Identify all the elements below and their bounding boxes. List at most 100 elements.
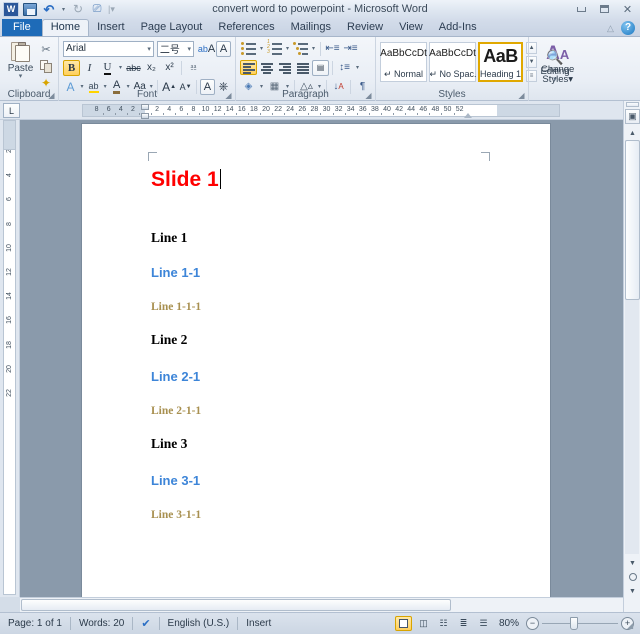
- strikethrough-button[interactable]: abc: [125, 60, 142, 76]
- horizontal-scrollbar[interactable]: [20, 597, 623, 612]
- restore-button[interactable]: [596, 2, 613, 16]
- doc-line-1-1[interactable]: Line 1-1: [151, 265, 490, 280]
- paste-dropdown-icon[interactable]: ▾: [19, 74, 23, 80]
- window-resize-grip[interactable]: ◢: [627, 621, 639, 633]
- tab-stop-selector[interactable]: L: [3, 103, 20, 118]
- font-dialog-launcher[interactable]: ◢: [224, 91, 233, 100]
- minimize-ribbon-icon[interactable]: △: [605, 23, 616, 34]
- font-size-dropdown-icon[interactable]: ▾: [185, 45, 192, 53]
- doc-line-2-1[interactable]: Line 2-1: [151, 369, 490, 384]
- styles-dialog-launcher[interactable]: ◢: [517, 91, 526, 100]
- select-browse-object-icon[interactable]: ▣: [625, 109, 640, 124]
- split-window-handle[interactable]: [626, 102, 639, 107]
- align-right-button[interactable]: [276, 60, 293, 75]
- zoom-level[interactable]: 80%: [495, 618, 523, 629]
- vertical-scrollbar[interactable]: ▣ ▲ ▼ ▼: [623, 101, 640, 612]
- numbering-dropdown-icon[interactable]: ▾: [284, 45, 291, 52]
- cut-icon[interactable]: ✂: [38, 41, 55, 57]
- clear-formatting-icon[interactable]: A: [216, 41, 231, 57]
- view-draft-button[interactable]: ☰: [475, 616, 492, 631]
- font-name-dropdown-icon[interactable]: ▾: [144, 45, 151, 53]
- multilevel-dropdown-icon[interactable]: ▾: [310, 45, 317, 52]
- style-heading-1[interactable]: AaB Heading 1: [478, 42, 523, 82]
- subscript-button[interactable]: x₂: [143, 60, 160, 76]
- document-body[interactable]: Slide 1 Line 1 Line 1-1 Line 1-1-1 Line …: [151, 154, 490, 521]
- doc-line-1[interactable]: Line 1: [151, 230, 490, 246]
- minimize-button[interactable]: [573, 2, 590, 16]
- style-normal[interactable]: AaBbCcDt ↵ Normal: [380, 42, 427, 82]
- doc-line-3-1[interactable]: Line 3-1: [151, 473, 490, 488]
- multilevel-list-icon[interactable]: [292, 41, 309, 57]
- page-indicator[interactable]: Page: 1 of 1: [0, 616, 70, 632]
- help-icon[interactable]: ?: [621, 21, 635, 35]
- superscript-button[interactable]: x²: [161, 60, 178, 76]
- tab-references[interactable]: References: [210, 19, 282, 36]
- style-no-spacing[interactable]: AaBbCcDt ↵ No Spac...: [429, 42, 476, 82]
- clipboard-dialog-launcher[interactable]: ◢: [47, 91, 56, 100]
- zoom-out-button[interactable]: −: [526, 617, 539, 630]
- grow-font-icon[interactable]: abA: [198, 41, 215, 57]
- horizontal-scroll-thumb[interactable]: [21, 599, 451, 611]
- view-print-layout-button[interactable]: [395, 616, 412, 631]
- horizontal-ruler-strip[interactable]: 8642246810121416182022242628303234363840…: [82, 104, 560, 117]
- underline-button[interactable]: U: [99, 60, 116, 76]
- vertical-ruler[interactable]: 246810121416182022: [0, 120, 20, 597]
- paste-button[interactable]: Paste ▾: [4, 39, 38, 91]
- vertical-scroll-thumb[interactable]: [625, 140, 640, 300]
- tab-home[interactable]: Home: [42, 19, 89, 36]
- doc-line-3[interactable]: Line 3: [151, 436, 490, 452]
- indent-marker-top[interactable]: [141, 104, 149, 110]
- align-left-button[interactable]: [240, 60, 257, 75]
- editing-dropdown-icon[interactable]: ▾: [553, 77, 557, 83]
- browse-object-button[interactable]: [625, 570, 640, 584]
- proofing-errors-icon[interactable]: ✔: [133, 617, 158, 630]
- distributed-icon[interactable]: ▤: [312, 60, 329, 76]
- underline-dropdown-icon[interactable]: ▾: [117, 64, 124, 71]
- previous-page-button[interactable]: ▼: [625, 556, 640, 570]
- editing-button[interactable]: 🔍 Editing ▾: [533, 45, 577, 83]
- increase-indent-icon[interactable]: ⇥≡: [342, 41, 359, 57]
- word-count[interactable]: Words: 20: [71, 616, 132, 632]
- bullets-dropdown-icon[interactable]: ▾: [258, 45, 265, 52]
- insert-mode-indicator[interactable]: Insert: [238, 616, 279, 632]
- bold-button[interactable]: B: [63, 60, 80, 76]
- scroll-up-button[interactable]: ▲: [625, 126, 640, 140]
- view-web-layout-button[interactable]: ☷: [435, 616, 452, 631]
- decrease-indent-icon[interactable]: ⇤≡: [324, 41, 341, 57]
- zoom-slider[interactable]: [542, 617, 618, 630]
- next-page-button[interactable]: ▼: [625, 584, 640, 598]
- doc-line-2[interactable]: Line 2: [151, 332, 490, 348]
- font-name-input[interactable]: Arial ▾: [63, 41, 154, 57]
- paragraph-dialog-launcher[interactable]: ◢: [364, 91, 373, 100]
- align-center-button[interactable]: [258, 60, 275, 75]
- tab-page-layout[interactable]: Page Layout: [133, 19, 211, 36]
- window-controls[interactable]: ✕: [573, 2, 636, 16]
- indent-marker-bottom[interactable]: [141, 113, 149, 119]
- line-spacing-dropdown-icon[interactable]: ▾: [354, 64, 361, 71]
- view-full-screen-reading-button[interactable]: ◫: [415, 616, 432, 631]
- language-indicator[interactable]: English (U.S.): [160, 616, 238, 632]
- tab-review[interactable]: Review: [339, 19, 391, 36]
- zoom-slider-thumb[interactable]: [570, 617, 578, 630]
- numbering-icon[interactable]: 1 2 3: [266, 41, 283, 57]
- tab-view[interactable]: View: [391, 19, 431, 36]
- justify-button[interactable]: [294, 60, 311, 75]
- doc-line-2-1-1[interactable]: Line 2-1-1: [151, 405, 490, 417]
- phonetic-guide-icon[interactable]: ⎂: [185, 60, 202, 76]
- doc-line-1-1-1[interactable]: Line 1-1-1: [151, 301, 490, 313]
- italic-button[interactable]: I: [81, 60, 98, 76]
- font-size-input[interactable]: 二号 ▾: [157, 41, 194, 57]
- close-button[interactable]: ✕: [619, 2, 636, 16]
- view-outline-button[interactable]: ≣: [455, 616, 472, 631]
- copy-icon[interactable]: [38, 58, 55, 74]
- doc-line-title[interactable]: Slide 1: [151, 168, 490, 192]
- doc-line-3-1-1[interactable]: Line 3-1-1: [151, 509, 490, 521]
- tab-mailings[interactable]: Mailings: [283, 19, 339, 36]
- bullets-icon[interactable]: [240, 41, 257, 57]
- tab-insert[interactable]: Insert: [89, 19, 133, 36]
- document-canvas[interactable]: Slide 1 Line 1 Line 1-1 Line 1-1-1 Line …: [20, 120, 623, 612]
- tab-add-ins[interactable]: Add-Ins: [431, 19, 485, 36]
- ribbon-tabs[interactable]: File Home Insert Page Layout References …: [0, 20, 640, 37]
- document-page[interactable]: Slide 1 Line 1 Line 1-1 Line 1-1-1 Line …: [82, 124, 550, 612]
- horizontal-ruler[interactable]: L 86422468101214161820222426283032343638…: [0, 101, 640, 120]
